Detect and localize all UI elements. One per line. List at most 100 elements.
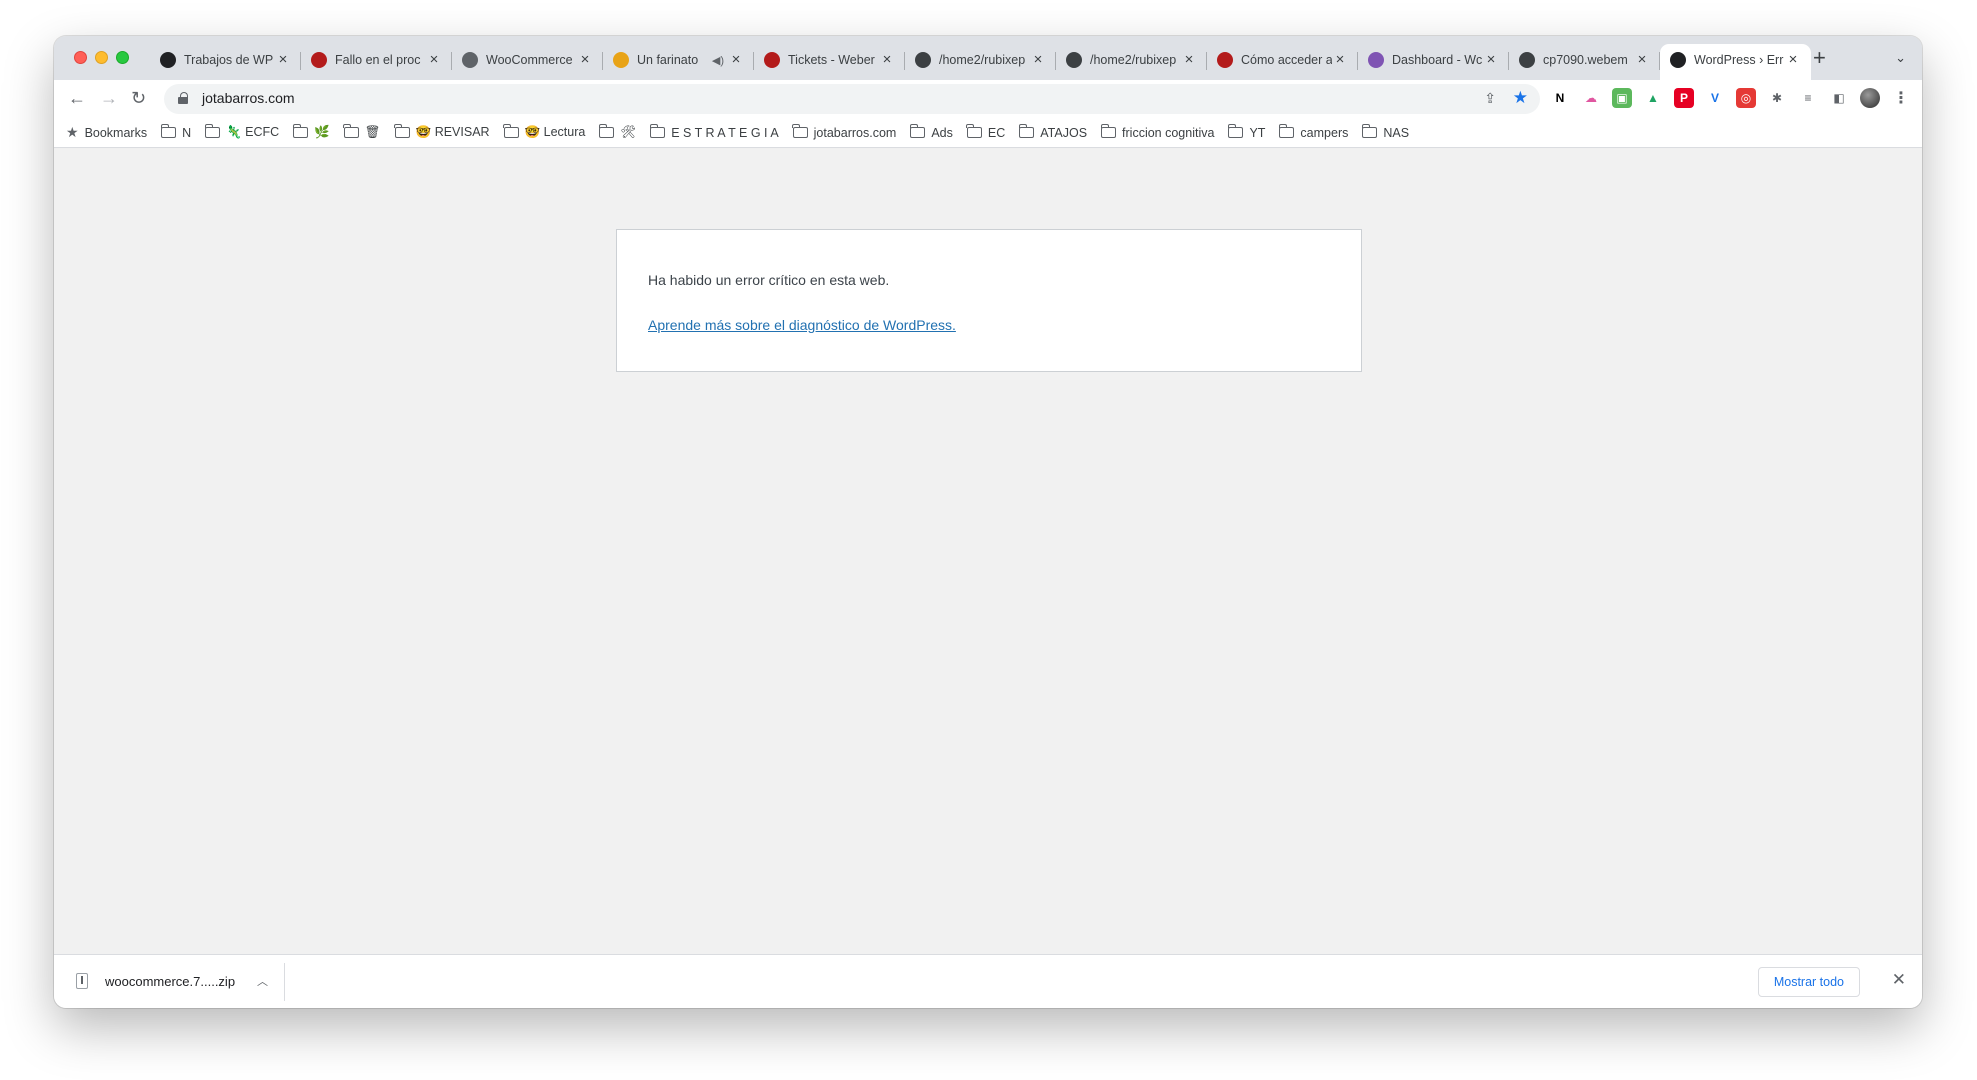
share-icon[interactable]: ⇪	[1484, 90, 1496, 107]
file-icon	[76, 973, 88, 989]
close-tab-icon[interactable]: ×	[577, 52, 593, 68]
side-panel-icon[interactable]: ◧	[1829, 88, 1849, 108]
browser-window: Trabajos de WP × Fallo en el proc × WooComme…	[54, 36, 1922, 1008]
bookmark-item[interactable]: NAS	[1361, 124, 1410, 140]
reload-icon[interactable]: ↻	[131, 88, 146, 108]
tab-search-chevron-icon[interactable]: ⌄	[1895, 50, 1906, 66]
wp-checkered-icon	[160, 52, 176, 68]
bookmark-item[interactable]: 🦎 ECFC	[204, 124, 280, 140]
minimize-window-button[interactable]	[95, 51, 108, 64]
maximize-window-button[interactable]	[116, 51, 129, 64]
bookmark-star-icon[interactable]: ★	[1513, 88, 1528, 108]
close-tab-icon[interactable]: ×	[1332, 52, 1348, 68]
pinterest-icon[interactable]: P	[1674, 88, 1694, 108]
browser-tab[interactable]: cp7090.webem ×	[1509, 44, 1660, 76]
bookmark-label: E S T R A T E G I A	[671, 125, 779, 140]
tab-strip: Trabajos de WP × Fallo en el proc × WooComme…	[54, 36, 1922, 80]
close-shelf-icon[interactable]: ✕	[1892, 970, 1906, 990]
close-tab-icon[interactable]: ×	[1483, 52, 1499, 68]
folder-icon	[1361, 124, 1378, 138]
bookmark-item[interactable]: ATAJOS	[1018, 124, 1088, 140]
bookmark-item[interactable]: E S T R A T E G I A	[649, 124, 779, 140]
bookmark-item[interactable]: YT	[1227, 124, 1265, 140]
drive-icon[interactable]: ▲	[1643, 88, 1663, 108]
bookmark-label: friccion cognitiva	[1122, 125, 1215, 140]
folder-icon	[1278, 124, 1295, 138]
profile-avatar[interactable]	[1860, 88, 1880, 108]
browser-tab[interactable]: WooCommerce ×	[452, 44, 603, 76]
notion-icon[interactable]: N	[1550, 88, 1570, 108]
url-text[interactable]: jotabarros.com	[202, 90, 295, 106]
error-message: Ha habido un error crítico en esta web.	[648, 272, 890, 288]
puzzle-icon[interactable]: ✱	[1767, 88, 1787, 108]
forward-arrow-icon[interactable]: →	[100, 88, 118, 108]
browser-tab[interactable]: /home2/rubixep ×	[905, 44, 1056, 76]
download-file-name[interactable]: woocommerce.7.....zip	[105, 974, 235, 989]
browser-tab[interactable]: Tickets - Weber ×	[754, 44, 905, 76]
folder-icon	[394, 124, 410, 138]
browser-tab[interactable]: Fallo en el proc ×	[301, 44, 452, 76]
close-tab-icon[interactable]: ×	[879, 52, 895, 68]
bookmark-item[interactable]: ★ Bookmarks	[66, 124, 147, 141]
bookmark-item[interactable]: campers	[1278, 124, 1348, 140]
wordpress-icon	[915, 52, 931, 68]
close-tab-icon[interactable]: ×	[728, 52, 744, 68]
lock-icon[interactable]	[178, 92, 188, 104]
reading-list-icon[interactable]: ≡	[1798, 88, 1818, 108]
tab-title: WooCommerce	[486, 53, 573, 67]
browser-tab[interactable]: Dashboard - Wc ×	[1358, 44, 1509, 76]
wordpress-icon	[1519, 52, 1535, 68]
bookmarks-bar: ★ Bookmarks N 🦎 ECFC 🌿 🗑 🤓 REVISAR 🤓 Lectura 🛠 E …	[54, 118, 1922, 148]
new-tab-button[interactable]: +	[1813, 46, 1826, 70]
bookmark-item[interactable]: EC	[966, 124, 1005, 140]
show-all-downloads-button[interactable]: Mostrar todo	[1757, 967, 1860, 997]
bookmark-item[interactable]: 🤓 REVISAR	[394, 124, 490, 140]
chevron-up-icon[interactable]: ︿	[257, 973, 268, 989]
tab-title: Cómo acceder a	[1241, 53, 1332, 67]
bookmark-label: 🗑	[364, 125, 381, 139]
browser-tab[interactable]: WordPress › Err ×	[1660, 44, 1811, 80]
folder-icon	[649, 124, 666, 138]
bookmark-item[interactable]: N	[160, 124, 191, 140]
bookmark-label: jotabarros.com	[813, 125, 897, 140]
browser-tab[interactable]: Un farinato ◀) ×	[603, 44, 754, 76]
green-ext-icon[interactable]: ▣	[1612, 88, 1632, 108]
page-content: Ha habido un error crítico en esta web. …	[54, 149, 1922, 954]
wordpress-debugging-link[interactable]: Aprende más sobre el diagnóstico de Word…	[648, 317, 956, 333]
vimeo-icon[interactable]: V	[1705, 88, 1725, 108]
close-tab-icon[interactable]: ×	[426, 52, 442, 68]
close-window-button[interactable]	[74, 51, 87, 64]
bookmark-item[interactable]: 🤓 Lectura	[503, 124, 585, 140]
more-menu-icon[interactable]: ⋮	[1891, 88, 1911, 108]
bookmark-item[interactable]: jotabarros.com	[792, 124, 897, 140]
browser-tab[interactable]: Trabajos de WP ×	[150, 44, 301, 76]
close-tab-icon[interactable]: ×	[275, 52, 291, 68]
bookmark-label: Ads	[931, 125, 953, 140]
speaker-icon[interactable]: ◀)	[712, 54, 724, 67]
farinato-icon	[613, 52, 629, 68]
bookmark-item[interactable]: Ads	[909, 124, 953, 140]
bookmark-label: 🦎 ECFC	[226, 125, 280, 139]
bookmark-item[interactable]: friccion cognitiva	[1100, 124, 1215, 140]
error-box: Ha habido un error crítico en esta web. …	[616, 229, 1362, 372]
back-arrow-icon[interactable]: ←	[68, 88, 86, 108]
browser-tab[interactable]: /home2/rubixep ×	[1056, 44, 1207, 76]
address-bar[interactable]: jotabarros.com ⇪ ★	[164, 84, 1540, 114]
bookmark-label: 🌿	[314, 125, 330, 139]
download-item[interactable]: woocommerce.7.....zip ︿	[76, 973, 268, 989]
woo-icon	[1368, 52, 1384, 68]
bookmark-label: ATAJOS	[1040, 125, 1088, 140]
close-tab-icon[interactable]: ×	[1181, 52, 1197, 68]
bookmark-item[interactable]: 🗑	[343, 124, 381, 140]
tab-title: /home2/rubixep	[939, 53, 1026, 67]
cloud-icon[interactable]: ☁	[1581, 88, 1601, 108]
tab-title: Dashboard - Wc	[1392, 53, 1483, 67]
close-tab-icon[interactable]: ×	[1785, 52, 1801, 68]
close-tab-icon[interactable]: ×	[1030, 52, 1046, 68]
bookmark-item[interactable]: 🌿	[292, 124, 330, 140]
red-ext-icon[interactable]: ◎	[1736, 88, 1756, 108]
bookmark-item[interactable]: 🛠	[598, 124, 636, 140]
bookmark-label: NAS	[1383, 125, 1410, 140]
browser-tab[interactable]: Cómo acceder a ×	[1207, 44, 1358, 76]
close-tab-icon[interactable]: ×	[1634, 52, 1650, 68]
